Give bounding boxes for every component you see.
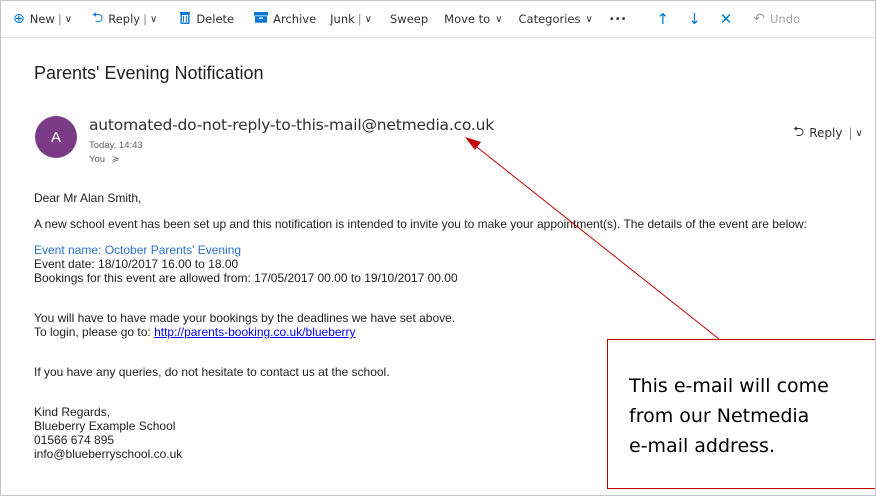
- reply-label: Reply: [108, 12, 141, 26]
- annotation-arrow-head: [465, 137, 481, 150]
- archive-button[interactable]: Archive: [254, 1, 316, 37]
- message-time: Today, 14:43: [89, 140, 143, 151]
- chevron-down-icon[interactable]: ∨: [365, 14, 372, 25]
- message-reply-label: Reply: [809, 126, 843, 140]
- archive-icon: [254, 11, 269, 27]
- login-link[interactable]: http://parents-booking.co.uk/blueberry: [154, 325, 355, 339]
- recipient-line[interactable]: You ≽: [89, 154, 120, 165]
- callout-line-2: from our Netmedia: [629, 405, 810, 427]
- separator: |: [357, 12, 362, 26]
- categories-label: Categories: [518, 12, 581, 26]
- close-icon: ✕: [719, 10, 733, 28]
- annotation-callout: This e-mail will come from our Netmedia …: [607, 339, 875, 489]
- chevron-down-icon[interactable]: ∨: [65, 14, 72, 25]
- reply-icon: ⮌: [92, 10, 104, 26]
- archive-icon-graphic: [254, 12, 269, 23]
- previous-message-button[interactable]: ↑: [657, 1, 675, 37]
- email-window: ⊕ New | ∨ ⮌ Reply | ∨ Delete Archive Jun…: [0, 0, 876, 496]
- trash-icon: [179, 11, 191, 28]
- separator: |: [848, 126, 853, 140]
- sender-address[interactable]: automated-do-not-reply-to-this-mail@netm…: [89, 116, 494, 134]
- message-reply-button[interactable]: ⮌ Reply | ∨: [793, 121, 863, 145]
- callout-line-3: e-mail address.: [629, 435, 775, 457]
- login-line: To login, please go to: http://parents-b…: [34, 325, 854, 339]
- junk-label: Junk: [330, 12, 355, 26]
- delete-button[interactable]: Delete: [179, 1, 234, 37]
- more-actions-button[interactable]: •••: [609, 1, 627, 37]
- event-date: Event date: 18/10/2017 16.00 to 18.00: [34, 257, 239, 271]
- sweep-label: Sweep: [389, 12, 429, 26]
- chevron-down-icon[interactable]: ∨: [150, 14, 157, 25]
- move-to-label: Move to: [444, 12, 491, 26]
- undo-icon: ↶: [753, 11, 766, 27]
- undo-button[interactable]: ↶ Undo: [753, 1, 800, 37]
- reply-icon: ⮌: [793, 124, 805, 140]
- chevron-down-icon[interactable]: ∨: [856, 128, 863, 139]
- arrow-up-icon: ↑: [656, 10, 670, 28]
- deadline-text: You will have to have made your bookings…: [34, 311, 456, 325]
- callout-line-1: This e-mail will come: [629, 375, 829, 397]
- command-toolbar: ⊕ New | ∨ ⮌ Reply | ∨ Delete Archive Jun…: [1, 1, 875, 38]
- message-subject: Parents' Evening Notification: [34, 63, 264, 83]
- booking-window: Bookings for this event are allowed from…: [34, 271, 458, 285]
- undo-label: Undo: [770, 12, 801, 26]
- trash-icon-graphic: [180, 11, 191, 24]
- login-prefix: To login, please go to:: [34, 325, 155, 339]
- expand-chevron-icon[interactable]: ≽: [112, 154, 120, 165]
- more-icon: •••: [608, 13, 627, 25]
- plus-circle-icon: ⊕: [13, 11, 25, 27]
- separator: |: [57, 12, 62, 26]
- recipient-name: You: [89, 154, 106, 165]
- move-to-button[interactable]: Move to ∨: [444, 1, 502, 37]
- event-name: Event name: October Parents' Evening: [34, 243, 242, 257]
- new-label: New: [29, 12, 55, 26]
- archive-label: Archive: [273, 12, 317, 26]
- close-button[interactable]: ✕: [720, 1, 738, 37]
- reply-button[interactable]: ⮌ Reply | ∨: [92, 1, 157, 37]
- greeting: Dear Mr Alan Smith,: [34, 191, 142, 205]
- chevron-down-icon: ∨: [585, 13, 593, 25]
- delete-label: Delete: [196, 12, 235, 26]
- arrow-down-icon: ↓: [688, 10, 701, 28]
- junk-button[interactable]: Junk | ∨: [330, 1, 372, 37]
- new-button[interactable]: ⊕ New | ∨: [13, 1, 72, 37]
- separator: |: [143, 12, 147, 26]
- categories-button[interactable]: Categories ∨: [519, 1, 593, 37]
- intro-paragraph: A new school event has been set up and t…: [34, 217, 807, 231]
- sweep-button[interactable]: Sweep: [390, 1, 428, 37]
- avatar[interactable]: A: [35, 116, 77, 158]
- next-message-button[interactable]: ↓: [688, 1, 706, 37]
- chevron-down-icon: ∨: [495, 13, 503, 25]
